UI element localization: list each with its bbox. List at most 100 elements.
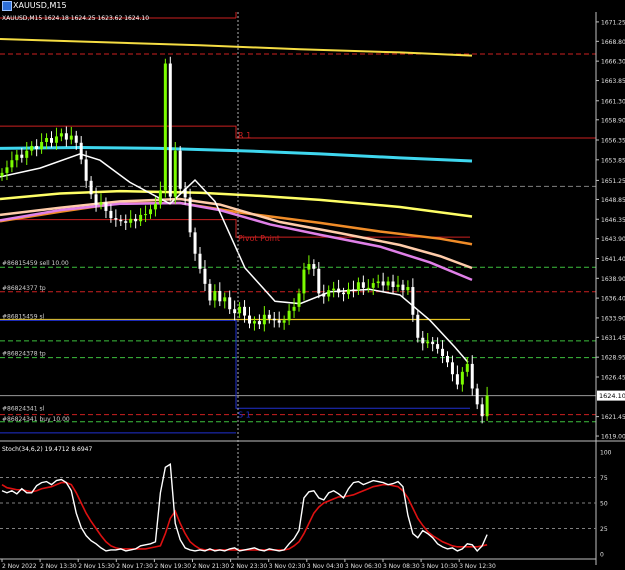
- candle-body: [252, 321, 256, 324]
- candle-body: [25, 150, 29, 158]
- candle-body: [59, 133, 63, 137]
- price-tick-label: 1656.35: [601, 138, 625, 145]
- price-tick-label: 1666.30: [601, 59, 625, 66]
- candle-body: [213, 290, 217, 301]
- candle-body: [54, 136, 58, 143]
- price-tick-label: 1633.90: [601, 315, 625, 322]
- candle-body: [153, 203, 157, 210]
- price-tick-label: 1658.90: [601, 117, 625, 124]
- stoch-tick-label: 100: [600, 450, 612, 457]
- candle-body: [183, 188, 187, 198]
- time-tick-label: 2 Nov 13:30: [40, 563, 77, 570]
- candle-body: [381, 281, 385, 286]
- candle-body: [401, 284, 405, 291]
- candle-body: [69, 135, 73, 140]
- ma-long-yellow: [0, 37, 473, 57]
- candle-body: [446, 355, 449, 363]
- candle-body: [426, 341, 430, 344]
- candle-body: [277, 320, 281, 323]
- ma-cyan: [0, 146, 473, 163]
- candle-body: [332, 288, 336, 291]
- candle-body: [238, 306, 242, 314]
- candle-body: [50, 138, 53, 143]
- label-sl1: #86815459 sl: [2, 313, 45, 320]
- candle-body: [99, 202, 103, 205]
- price-tick-label: 1651.25: [601, 178, 625, 185]
- label-r1: R 1: [238, 131, 251, 140]
- candle-body: [396, 284, 400, 288]
- candle-body: [475, 388, 479, 405]
- stoch-tick-label: 75: [600, 475, 608, 482]
- candle-body: [272, 318, 276, 321]
- candle-body: [292, 306, 296, 311]
- candle-body: [317, 268, 321, 294]
- label-pivot-point: Pivot Point: [238, 234, 280, 243]
- label-sell-order: #86815459 sell 10.00: [2, 260, 69, 267]
- ma-fast-white: [0, 153, 469, 363]
- candle-body: [347, 289, 350, 295]
- candle-body: [411, 287, 415, 315]
- candle-body: [356, 282, 360, 291]
- candle-body: [129, 218, 133, 223]
- ma-pink: [0, 201, 473, 282]
- candle-body: [144, 214, 148, 216]
- candle-body: [391, 281, 395, 288]
- candle-body: [178, 150, 182, 189]
- price-tick-label: 1671.25: [601, 19, 625, 26]
- time-tick-label: 3 Nov 06:30: [345, 563, 382, 570]
- ohlc-readout: XAUUSD,M15 1624.18 1624.25 1623.62 1624.…: [2, 15, 149, 22]
- candle-body: [158, 190, 162, 204]
- price-tick-label: 1668.80: [601, 39, 625, 46]
- time-tick-label: 2 Nov 19:30: [154, 563, 191, 570]
- candle-body: [421, 337, 425, 344]
- candle-body: [119, 219, 123, 222]
- stoch-tick-label: 50: [600, 501, 608, 508]
- label-sl2: #86824341 sl: [2, 405, 45, 412]
- candle-body: [287, 310, 291, 321]
- time-tick-label: 3 Nov 10:30: [421, 563, 458, 570]
- price-tick-label: 1631.45: [601, 335, 625, 342]
- candle-body: [79, 142, 83, 160]
- candle-body: [416, 314, 420, 338]
- pivot-r1-line: [0, 125, 596, 139]
- candle-body: [327, 290, 331, 297]
- current-price-label: 1624.10: [599, 392, 625, 400]
- price-tick-label: 1636.40: [601, 296, 625, 303]
- candle-body: [45, 138, 49, 142]
- candle-body: [5, 167, 9, 173]
- time-tick-label: 2 Nov 17:30: [116, 563, 153, 570]
- price-tick-label: 1661.30: [601, 98, 625, 105]
- time-tick-label: 2 Nov 2022: [2, 563, 37, 570]
- candle-body: [74, 135, 78, 143]
- candle-body: [40, 141, 44, 150]
- price-tick-label: 1653.85: [601, 157, 625, 164]
- label-tp1: #86824377 tp: [2, 285, 46, 292]
- time-tick-label: 3 Nov 12:30: [459, 563, 496, 570]
- candle-body: [114, 218, 118, 220]
- candle-body: [262, 314, 266, 325]
- candle-body: [267, 314, 271, 319]
- price-chart[interactable]: R 1 Pivot Point S 1 #86815459 sell 10.00 #86…: [0, 0, 625, 570]
- candle-body: [351, 289, 355, 291]
- candle-body: [248, 315, 251, 324]
- candle-body: [139, 214, 143, 222]
- candle-body: [376, 281, 380, 284]
- price-tick-label: 1641.40: [601, 256, 625, 263]
- candle-body: [431, 341, 435, 345]
- candle-body: [282, 320, 286, 323]
- price-tick-label: 1626.45: [601, 374, 625, 381]
- candle-body: [302, 269, 306, 294]
- candle-body: [198, 253, 202, 269]
- candle-body: [322, 293, 326, 297]
- price-tick-label: 1621.45: [601, 414, 625, 421]
- candle-body: [342, 292, 346, 295]
- candle-body: [436, 344, 440, 349]
- time-tick-label: 2 Nov 21:30: [193, 563, 230, 570]
- candle-body: [455, 374, 459, 385]
- candle-body: [386, 281, 390, 286]
- candle-body: [203, 268, 207, 284]
- pivot-s1-line: [0, 319, 470, 409]
- stoch-tick-label: 25: [600, 526, 608, 533]
- candle-body: [218, 290, 222, 302]
- time-tick-label: 2 Nov 23:30: [231, 563, 268, 570]
